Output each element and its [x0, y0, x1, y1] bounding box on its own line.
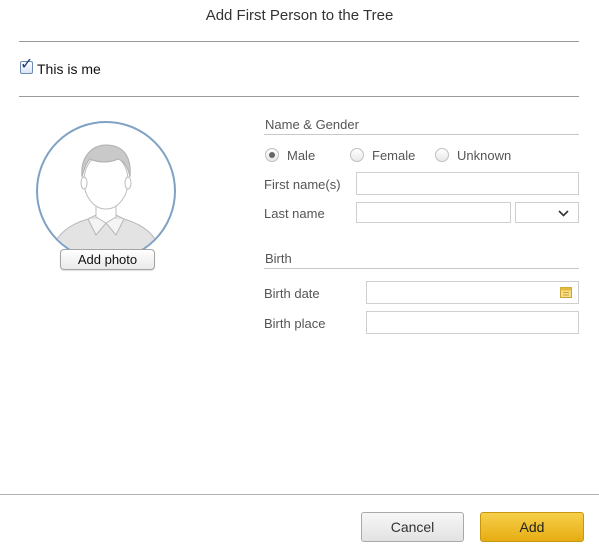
dialog-title: Add First Person to the Tree: [205, 7, 394, 24]
birth-place-label: Birth place: [264, 316, 326, 331]
last-name-field[interactable]: [356, 202, 511, 223]
gender-radio-unknown[interactable]: [435, 148, 449, 162]
birth-date-label: Birth date: [264, 286, 320, 301]
name-gender-section-title: Name & Gender: [265, 117, 359, 132]
checkmark-icon: ✓: [20, 56, 34, 73]
header-divider: [19, 96, 579, 97]
calendar-icon[interactable]: [560, 286, 572, 298]
first-name-field[interactable]: [356, 172, 579, 195]
birth-place-field[interactable]: [366, 311, 579, 334]
name-gender-divider: [264, 134, 579, 135]
chevron-down-icon: [558, 210, 569, 217]
this-is-me-label[interactable]: This is me: [37, 61, 101, 77]
add-button[interactable]: Add: [480, 512, 584, 542]
gender-label-unknown[interactable]: Unknown: [457, 148, 511, 163]
gender-radio-female[interactable]: [350, 148, 364, 162]
first-name-label: First name(s): [264, 177, 341, 192]
gender-label-male[interactable]: Male: [287, 148, 315, 163]
avatar-placeholder[interactable]: [36, 121, 176, 261]
cancel-button[interactable]: Cancel: [361, 512, 464, 542]
title-divider: [19, 41, 579, 42]
name-suffix-select[interactable]: [515, 202, 579, 223]
birth-divider: [264, 268, 579, 269]
birth-section-title: Birth: [265, 251, 292, 266]
add-photo-button[interactable]: Add photo: [60, 249, 155, 270]
footer-divider: [0, 494, 599, 495]
person-silhouette-icon: [51, 144, 161, 259]
birth-date-field[interactable]: [366, 281, 579, 304]
radio-selected-dot: [269, 152, 275, 158]
gender-radio-male[interactable]: [265, 148, 279, 162]
gender-label-female[interactable]: Female: [372, 148, 415, 163]
last-name-label: Last name: [264, 206, 325, 221]
this-is-me-checkbox[interactable]: ✓: [20, 57, 33, 74]
